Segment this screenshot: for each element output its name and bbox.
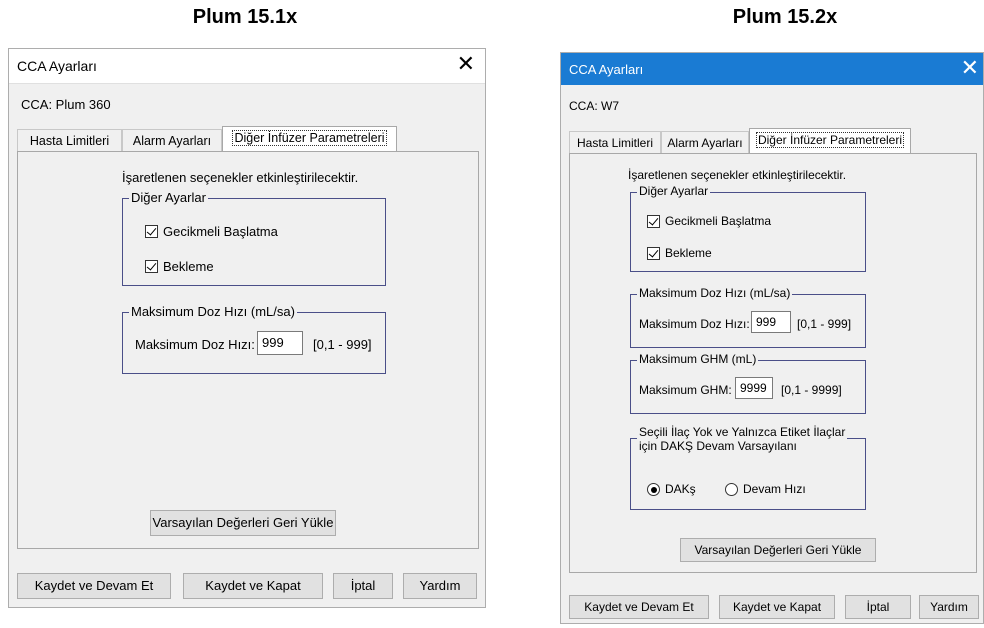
group-title: Diğer Ayarlar — [637, 184, 711, 198]
tab-other-infuser-params[interactable]: Diğer İnfüzer Parametreleri — [222, 126, 397, 151]
tab-alarm-settings[interactable]: Alarm Ayarları — [661, 131, 749, 153]
right-caption: Plum 15.2x — [732, 6, 838, 28]
max-dose-label: Maksimum Doz Hızı: — [135, 337, 255, 352]
left-window-title: CCA Ayarları — [17, 58, 97, 74]
group-title: Maksimum Doz Hızı (mL/sa) — [637, 286, 793, 300]
instruction-text: İşaretlenen seçenekler etkinleştirilecek… — [122, 170, 359, 185]
tab-alarm-settings[interactable]: Alarm Ayarları — [122, 129, 222, 151]
delayed-start-checkbox[interactable] — [647, 215, 660, 228]
max-dose-range: [0,1 - 999] — [313, 337, 372, 352]
right-dialog: CCA Ayarları ✕ CCA: W7 Hasta Limitleri A… — [560, 52, 984, 624]
standby-checkbox[interactable] — [145, 260, 158, 273]
save-continue-button[interactable]: Kaydet ve Devam Et — [17, 573, 171, 599]
left-titlebar: CCA Ayarları ✕ — [9, 49, 485, 84]
standby-label: Bekleme — [665, 246, 712, 260]
group-title: Diğer Ayarlar — [129, 190, 208, 205]
help-button[interactable]: Yardım — [919, 595, 979, 619]
left-dialog: CCA Ayarları ✕ CCA: Plum 360 Hasta Limit… — [8, 48, 486, 608]
left-caption: Plum 15.1x — [192, 6, 298, 28]
other-settings-group: Diğer Ayarlar Gecikmeli Başlatma Bekleme — [630, 184, 866, 272]
group-title: Maksimum Doz Hızı (mL/sa) — [129, 304, 297, 319]
help-button[interactable]: Yardım — [403, 573, 477, 599]
group-title: Seçili İlaç Yok ve Yalnızca Etiket İlaçl… — [637, 425, 848, 453]
max-vtbi-range: [0,1 - 9999] — [781, 383, 842, 397]
cca-label: CCA: W7 — [569, 99, 620, 113]
max-vtbi-label: Maksimum GHM: — [639, 383, 732, 397]
continue-rate-radio[interactable] — [725, 483, 738, 496]
daks-radio-label: DAKş — [665, 482, 696, 496]
cancel-button[interactable]: İptal — [333, 573, 393, 599]
tab-panel: İşaretlenen seçenekler etkinleştirilecek… — [17, 151, 479, 549]
save-close-button[interactable]: Kaydet ve Kapat — [719, 595, 835, 619]
close-icon[interactable]: ✕ — [961, 57, 979, 79]
other-settings-group: Diğer Ayarlar Gecikmeli Başlatma Bekleme — [122, 190, 386, 286]
right-window-title: CCA Ayarları — [569, 62, 644, 77]
daks-radio[interactable] — [647, 483, 660, 496]
delayed-start-label: Gecikmeli Başlatma — [163, 224, 278, 239]
max-dose-input[interactable]: 999 — [257, 331, 303, 355]
right-titlebar: CCA Ayarları ✕ — [561, 53, 983, 85]
tab-patient-limits[interactable]: Hasta Limitleri — [17, 129, 122, 151]
max-dose-range: [0,1 - 999] — [797, 317, 852, 331]
max-dose-label: Maksimum Doz Hızı: — [639, 317, 750, 331]
close-icon[interactable]: ✕ — [457, 53, 475, 75]
tab-panel: İşaretlenen seçenekler etkinleştirilecek… — [569, 153, 977, 573]
restore-defaults-button[interactable]: Varsayılan Değerleri Geri Yükle — [150, 510, 336, 536]
standby-checkbox[interactable] — [647, 247, 660, 260]
max-dose-group: Maksimum Doz Hızı (mL/sa) Maksimum Doz H… — [630, 286, 866, 348]
group-title: Maksimum GHM (mL) — [637, 352, 759, 366]
daks-title-line2: için DAKŞ Devam Varsayılanı — [639, 439, 797, 453]
cca-label: CCA: Plum 360 — [21, 97, 111, 112]
restore-defaults-button[interactable]: Varsayılan Değerleri Geri Yükle — [680, 538, 876, 562]
tab-patient-limits[interactable]: Hasta Limitleri — [569, 131, 661, 153]
save-close-button[interactable]: Kaydet ve Kapat — [183, 573, 323, 599]
instruction-text: İşaretlenen seçenekler etkinleştirilecek… — [628, 168, 847, 182]
daks-title-line1: Seçili İlaç Yok ve Yalnızca Etiket İlaçl… — [639, 425, 846, 439]
max-dose-input[interactable]: 999 — [751, 311, 791, 333]
max-vtbi-group: Maksimum GHM (mL) Maksimum GHM: 9999 [0,… — [630, 352, 866, 414]
cancel-button[interactable]: İptal — [845, 595, 911, 619]
max-dose-group: Maksimum Doz Hızı (mL/sa) Maksimum Doz H… — [122, 304, 386, 374]
max-vtbi-input[interactable]: 9999 — [735, 377, 773, 399]
continue-rate-label: Devam Hızı — [743, 482, 806, 496]
daks-default-group: Seçili İlaç Yok ve Yalnızca Etiket İlaçl… — [630, 425, 866, 510]
delayed-start-checkbox[interactable] — [145, 225, 158, 238]
standby-label: Bekleme — [163, 259, 214, 274]
save-continue-button[interactable]: Kaydet ve Devam Et — [569, 595, 709, 619]
tab-other-infuser-params[interactable]: Diğer İnfüzer Parametreleri — [749, 128, 911, 153]
delayed-start-label: Gecikmeli Başlatma — [665, 214, 772, 228]
